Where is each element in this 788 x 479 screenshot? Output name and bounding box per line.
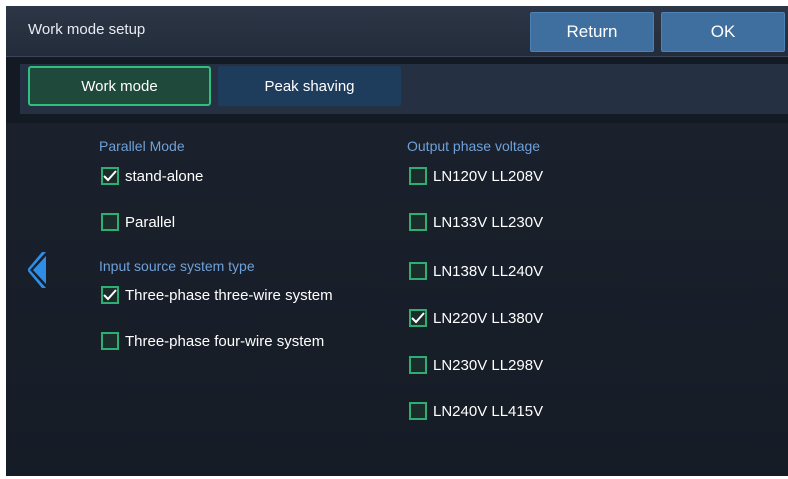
option-ln220v[interactable]: LN220V LL380V — [409, 309, 543, 327]
ln230v-label: LN230V LL298V — [433, 356, 544, 374]
four-wire-checkbox[interactable] — [101, 332, 119, 350]
ln138v-checkbox[interactable] — [409, 262, 427, 280]
checkmark-icon — [103, 170, 117, 182]
ln120v-label: LN120V LL208V — [433, 167, 544, 185]
tab-peak-shaving[interactable]: Peak shaving — [218, 66, 401, 106]
ln133v-checkbox[interactable] — [409, 213, 427, 231]
checkmark-icon — [103, 289, 117, 301]
option-ln120v[interactable]: LN120V LL208V — [409, 167, 543, 185]
parallel-checkbox[interactable] — [101, 213, 119, 231]
ln230v-checkbox[interactable] — [409, 356, 427, 374]
return-button[interactable]: Return — [530, 12, 654, 52]
ln240v-checkbox[interactable] — [409, 402, 427, 420]
option-ln240v[interactable]: LN240V LL415V — [409, 402, 543, 420]
option-three-phase-four-wire[interactable]: Three-phase four-wire system — [101, 332, 324, 350]
tab-bar: Work mode Peak shaving — [20, 64, 788, 114]
option-three-phase-three-wire[interactable]: Three-phase three-wire system — [101, 286, 333, 304]
ln220v-checkbox[interactable] — [409, 309, 427, 327]
three-wire-label: Three-phase three-wire system — [125, 286, 333, 304]
checkmark-icon — [411, 312, 425, 324]
page-title: Work mode setup — [28, 21, 146, 38]
parallel-mode-title: Parallel Mode — [99, 138, 185, 154]
ln120v-checkbox[interactable] — [409, 167, 427, 185]
ok-button[interactable]: OK — [661, 12, 785, 52]
option-ln138v[interactable]: LN138V LL240V — [409, 262, 543, 280]
option-stand-alone[interactable]: stand-alone — [101, 167, 203, 185]
option-ln133v[interactable]: LN133V LL230V — [409, 213, 543, 231]
tab-work-mode[interactable]: Work mode — [28, 66, 211, 106]
three-wire-checkbox[interactable] — [101, 286, 119, 304]
parallel-label: Parallel — [125, 213, 176, 231]
chevron-left-icon — [27, 252, 46, 288]
ln133v-label: LN133V LL230V — [433, 213, 544, 231]
ln220v-label: LN220V LL380V — [433, 309, 544, 327]
input-source-title: Input source system type — [99, 258, 255, 274]
ln138v-label: LN138V LL240V — [433, 262, 544, 280]
header-bar: Work mode setup Return OK — [6, 6, 788, 57]
ln240v-label: LN240V LL415V — [433, 402, 544, 420]
stand-alone-checkbox[interactable] — [101, 167, 119, 185]
work-mode-setup-screen: Work mode setup Return OK Work mode Peak… — [6, 6, 788, 476]
option-ln230v[interactable]: LN230V LL298V — [409, 356, 543, 374]
stand-alone-label: stand-alone — [125, 167, 204, 185]
output-voltage-title: Output phase voltage — [407, 138, 541, 154]
nav-left-button[interactable] — [27, 250, 48, 295]
four-wire-label: Three-phase four-wire system — [125, 332, 325, 350]
option-parallel[interactable]: Parallel — [101, 213, 175, 231]
